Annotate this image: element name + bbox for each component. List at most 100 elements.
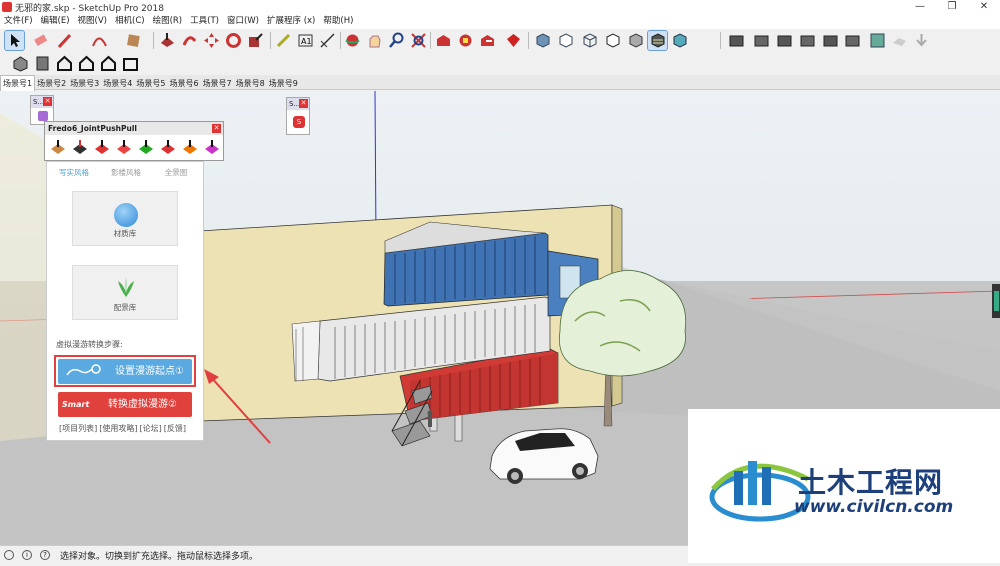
extension-warehouse-button[interactable] — [456, 31, 475, 50]
normal-push-pull-icon[interactable] — [93, 139, 111, 157]
3d-warehouse-button[interactable] — [434, 31, 453, 50]
close-icon[interactable]: ✕ — [299, 99, 308, 108]
redo-push-pull-icon[interactable] — [181, 139, 199, 157]
link-feedback[interactable]: [反馈] — [164, 424, 186, 433]
tab-scene-9[interactable]: 场景号9 — [267, 76, 300, 91]
dimension-tool-button[interactable] — [318, 31, 337, 50]
line-tool-button[interactable] — [56, 31, 75, 50]
orbit-tool-button[interactable] — [343, 31, 362, 50]
vector-push-pull-icon[interactable] — [71, 139, 89, 157]
cube-textured-icon — [651, 33, 665, 48]
move-tool-button[interactable] — [202, 31, 221, 50]
materials-library-card[interactable]: 材质库 — [72, 191, 178, 246]
floating-tool-panel-right[interactable]: S... ✕ S — [286, 97, 310, 135]
select-tool-button[interactable] — [4, 30, 25, 51]
extrude-icon[interactable] — [115, 139, 133, 157]
tab-scene-5[interactable]: 场景号5 — [134, 76, 167, 91]
component-tool-4[interactable] — [798, 31, 817, 50]
component-tool-1[interactable] — [727, 31, 746, 50]
scale-tool-button[interactable] — [246, 31, 265, 50]
tab-scene-7[interactable]: 场景号7 — [201, 76, 234, 91]
menu-edit[interactable]: 编辑(E) — [37, 14, 74, 29]
style-hiddenline-button[interactable] — [603, 31, 622, 50]
link-usage-guide[interactable]: [使用攻略] — [99, 424, 137, 433]
ruby-gem-icon — [507, 34, 520, 47]
style-xray-button[interactable] — [533, 31, 552, 50]
eraser-tool-button[interactable] — [31, 31, 50, 50]
link-forum[interactable]: [论坛] — [140, 424, 162, 433]
text-tool-button[interactable]: A1 — [296, 31, 315, 50]
close-icon[interactable]: ✕ — [43, 97, 52, 106]
menu-extensions[interactable]: 扩展程序 (x) — [263, 14, 319, 29]
extension-manager-button[interactable] — [504, 31, 523, 50]
help-icon[interactable]: ? — [40, 550, 50, 560]
component-tool-2[interactable] — [752, 31, 771, 50]
smart-logo-icon[interactable]: S — [293, 116, 305, 128]
tab-scene-8[interactable]: 场景号8 — [234, 76, 267, 91]
menu-tools[interactable]: 工具(T) — [186, 14, 223, 29]
house-button-1[interactable] — [55, 54, 74, 73]
thicken-icon[interactable] — [137, 139, 155, 157]
box-icon — [754, 35, 769, 47]
style-textured-button[interactable] — [647, 30, 668, 51]
close-button[interactable]: ✕ — [968, 0, 1000, 14]
tab-scene-3[interactable]: 场景号3 — [68, 76, 101, 91]
style-monochrome-button[interactable] — [670, 31, 689, 50]
info-icon[interactable]: i — [22, 550, 32, 560]
component-tool-6[interactable] — [843, 31, 862, 50]
rectangle-tool-button[interactable] — [124, 31, 143, 50]
geolocation-status-icon[interactable] — [4, 550, 14, 560]
pan-tool-button[interactable] — [365, 31, 384, 50]
link-project-list[interactable]: [项目列表] — [59, 424, 97, 433]
window-title: 无邪的家.skp - SketchUp Pro 2018 — [15, 4, 164, 14]
zoom-extents-button[interactable] — [409, 31, 428, 50]
house-button-2[interactable] — [77, 54, 96, 73]
arc-tool-button[interactable] — [90, 31, 109, 50]
tab-scene-2[interactable]: 场景号2 — [35, 76, 68, 91]
svg-text:A1: A1 — [301, 37, 312, 46]
menu-camera[interactable]: 相机(C) — [111, 14, 149, 29]
tab-scene-1[interactable]: 场景号1 — [0, 75, 36, 91]
sandbox-button[interactable] — [890, 31, 909, 50]
menu-window[interactable]: 窗口(W) — [223, 14, 263, 29]
tab-studio-style[interactable]: 影楼风格 — [103, 166, 149, 180]
tab-panorama[interactable]: 全景图 — [153, 166, 199, 180]
materials-button[interactable] — [33, 54, 52, 73]
import-button[interactable] — [912, 31, 931, 50]
maximize-button[interactable]: ❐ — [936, 0, 968, 14]
style-shaded-button[interactable] — [626, 31, 645, 50]
push-pull-button[interactable] — [158, 31, 177, 50]
storefront-button[interactable] — [121, 54, 140, 73]
finish-push-pull-icon[interactable] — [203, 139, 221, 157]
menu-file[interactable]: 文件(F) — [0, 14, 37, 29]
style-wireframe-button[interactable] — [580, 31, 599, 50]
scenery-library-card[interactable]: 配景库 — [72, 265, 178, 320]
plugin-icon[interactable] — [38, 111, 48, 121]
menu-help[interactable]: 帮助(H) — [319, 14, 357, 29]
menu-draw[interactable]: 绘图(R) — [149, 14, 187, 29]
close-icon[interactable]: ✕ — [212, 124, 221, 133]
component-tool-5[interactable] — [821, 31, 840, 50]
minimize-button[interactable]: — — [904, 0, 936, 14]
tab-scene-4[interactable]: 场景号4 — [101, 76, 134, 91]
share-model-icon — [481, 35, 494, 46]
tape-measure-button[interactable] — [274, 31, 293, 50]
cube-wireframe-icon — [583, 33, 597, 48]
status-text: 选择对象。切换到扩充选择。拖动鼠标选择多项。 — [60, 552, 259, 562]
menu-view[interactable]: 视图(V) — [74, 14, 111, 29]
share-model-button[interactable] — [478, 31, 497, 50]
convert-vr-tour-button[interactable]: Smart 转换虚拟漫游② — [58, 392, 192, 417]
geo-location-button[interactable] — [868, 31, 887, 50]
style-backedges-button[interactable] — [556, 31, 575, 50]
zoom-tool-button[interactable] — [387, 31, 406, 50]
joint-push-pull-icon[interactable] — [49, 139, 67, 157]
tab-scene-6[interactable]: 场景号6 — [167, 76, 200, 91]
warehouse-components-button[interactable] — [11, 54, 30, 73]
undo-push-pull-icon[interactable] — [159, 139, 177, 157]
tab-realistic-style[interactable]: 写实风格 — [51, 166, 97, 180]
house-button-3[interactable] — [99, 54, 118, 73]
watermark-url: www.civilcn.com — [794, 497, 954, 517]
rotate-tool-button[interactable] — [224, 31, 243, 50]
component-tool-3[interactable] — [775, 31, 794, 50]
follow-me-button[interactable] — [180, 31, 199, 50]
